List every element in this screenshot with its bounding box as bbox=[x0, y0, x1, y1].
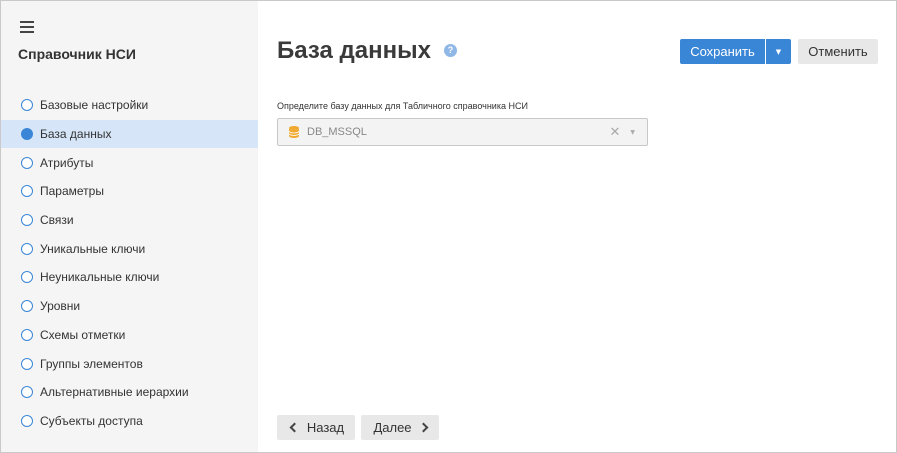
main-panel: База данных ? Сохранить ▼ Отменить Опред… bbox=[258, 1, 896, 452]
next-button-label: Далее bbox=[373, 420, 412, 435]
sidebar-item-label: Неуникальные ключи bbox=[40, 270, 160, 285]
sidebar-item[interactable]: Неуникальные ключи bbox=[1, 263, 258, 292]
radio-icon bbox=[21, 300, 33, 313]
cancel-button[interactable]: Отменить bbox=[798, 39, 878, 64]
page-title: База данных bbox=[277, 37, 431, 64]
save-dropdown-button[interactable]: ▼ bbox=[766, 39, 791, 64]
sidebar-item[interactable]: Параметры bbox=[1, 177, 258, 206]
database-select[interactable]: DB_MSSQL ✕ ▼ bbox=[277, 118, 648, 146]
radio-icon bbox=[21, 185, 33, 198]
back-button[interactable]: Назад bbox=[277, 415, 355, 440]
back-button-label: Назад bbox=[306, 420, 345, 435]
chevron-left-icon bbox=[289, 422, 300, 433]
sidebar-item[interactable]: Альтернативные иерархии bbox=[1, 378, 258, 407]
sidebar-item-label: Альтернативные иерархии bbox=[40, 385, 189, 400]
database-field-label: Определите базу данных для Табличного сп… bbox=[277, 101, 528, 111]
database-select-value: DB_MSSQL bbox=[307, 126, 367, 138]
save-button[interactable]: Сохранить bbox=[680, 39, 765, 64]
radio-icon bbox=[21, 386, 33, 399]
sidebar-item[interactable]: Атрибуты bbox=[1, 148, 258, 177]
sidebar-item-label: База данных bbox=[40, 127, 112, 142]
next-button[interactable]: Далее bbox=[361, 415, 439, 440]
sidebar-item-label: Параметры bbox=[40, 184, 104, 199]
radio-selected-icon bbox=[21, 128, 33, 141]
radio-icon bbox=[21, 414, 33, 427]
sidebar-item-label: Связи bbox=[40, 213, 74, 228]
radio-icon bbox=[21, 328, 33, 341]
hamburger-icon[interactable] bbox=[20, 21, 34, 33]
radio-icon bbox=[21, 156, 33, 169]
radio-icon bbox=[21, 357, 33, 370]
chevron-right-icon bbox=[418, 422, 428, 433]
sidebar-item[interactable]: Группы элементов bbox=[1, 349, 258, 378]
sidebar-item-label: Уровни bbox=[40, 299, 81, 314]
caret-down-icon[interactable]: ▼ bbox=[630, 129, 635, 136]
radio-icon bbox=[21, 214, 33, 227]
sidebar-item-label: Базовые настройки bbox=[40, 98, 149, 113]
sidebar-item[interactable]: Связи bbox=[1, 206, 258, 235]
sidebar-item[interactable]: Уровни bbox=[1, 292, 258, 321]
sidebar-item-label: Уникальные ключи bbox=[40, 241, 146, 256]
sidebar-item[interactable]: Базовые настройки bbox=[1, 91, 258, 120]
sidebar-nav: Базовые настройки База данных Атрибуты Пара… bbox=[1, 91, 258, 435]
sidebar-item-label: Атрибуты bbox=[40, 155, 94, 170]
radio-icon bbox=[21, 271, 33, 284]
caret-down-icon: ▼ bbox=[775, 47, 782, 56]
sidebar-item[interactable]: Схемы отметки bbox=[1, 321, 258, 350]
help-icon[interactable]: ? bbox=[444, 44, 457, 57]
sidebar: Справочник НСИ Базовые настройки База дан… bbox=[1, 1, 258, 452]
sidebar-title: Справочник НСИ bbox=[18, 46, 136, 62]
app-window: Справочник НСИ Базовые настройки База дан… bbox=[0, 0, 897, 453]
radio-icon bbox=[21, 242, 33, 255]
sidebar-item-label: Схемы отметки bbox=[40, 327, 126, 342]
sidebar-item-label: Субъекты доступа bbox=[40, 413, 143, 428]
sidebar-item[interactable]: База данных bbox=[1, 119, 258, 149]
radio-icon bbox=[21, 99, 33, 112]
database-icon bbox=[289, 126, 299, 138]
sidebar-item[interactable]: Уникальные ключи bbox=[1, 234, 258, 263]
sidebar-item[interactable]: Субъекты доступа bbox=[1, 407, 258, 436]
close-icon[interactable]: ✕ bbox=[609, 125, 620, 140]
sidebar-item-label: Группы элементов bbox=[40, 356, 143, 371]
